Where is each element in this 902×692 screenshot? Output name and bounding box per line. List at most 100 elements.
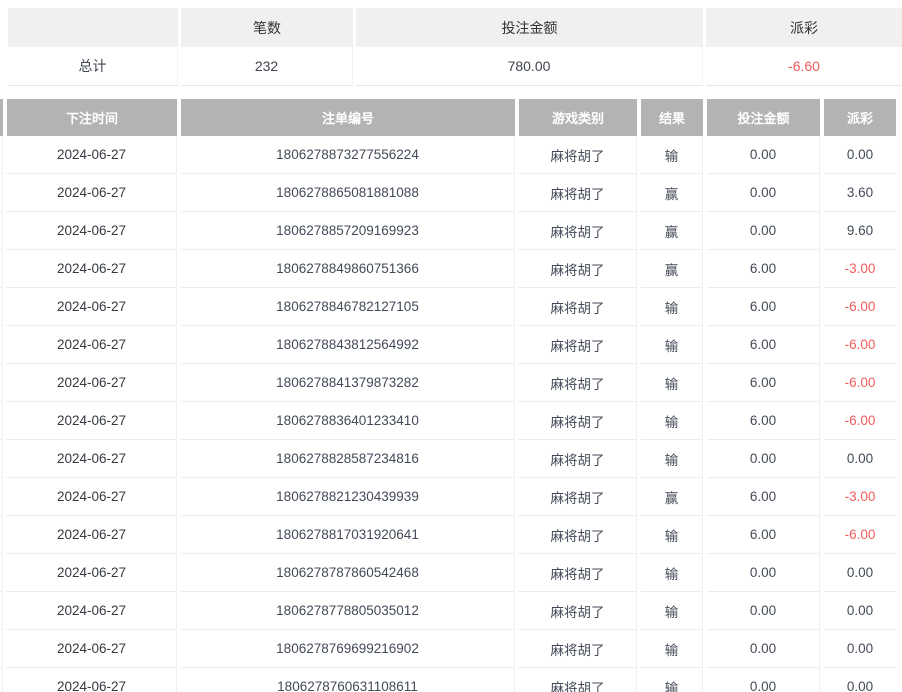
table-row: 2024-06-27 1806278857209169923 麻将胡了 赢 0.…: [0, 212, 896, 250]
summary-total-payout: -6.60: [706, 47, 902, 86]
cell-bet-time: 2024-06-27: [7, 668, 177, 692]
table-row: 2024-06-27 1806278769699216902 麻将胡了 输 0.…: [0, 630, 896, 668]
header-bet-time: 下注时间: [7, 99, 177, 136]
cell-result: 输: [641, 288, 703, 326]
cell-payout: 0.00: [824, 440, 896, 478]
cell-payout: 0.00: [824, 554, 896, 592]
cell-bet-amount: 0.00: [707, 554, 820, 592]
cell-bet-id: 1806278817031920641: [181, 516, 515, 554]
header-game-type: 游戏类别: [519, 99, 637, 136]
cell-payout: -3.00: [824, 478, 896, 516]
table-row: 2024-06-27 1806278787860542468 麻将胡了 输 0.…: [0, 554, 896, 592]
cell-game-type: 麻将胡了: [519, 440, 637, 478]
cell-game-type: 麻将胡了: [519, 630, 637, 668]
cell-result: 输: [641, 554, 703, 592]
row-edge-sliver: [0, 630, 3, 668]
cell-bet-time: 2024-06-27: [7, 516, 177, 554]
cell-game-type: 麻将胡了: [519, 250, 637, 288]
cell-bet-id: 1806278865081881088: [181, 174, 515, 212]
table-row: 2024-06-27 1806278846782127105 麻将胡了 输 6.…: [0, 288, 896, 326]
cell-bet-time: 2024-06-27: [7, 554, 177, 592]
cell-payout: -6.00: [824, 516, 896, 554]
row-edge-sliver: [0, 592, 3, 630]
cell-result: 赢: [641, 478, 703, 516]
cell-bet-time: 2024-06-27: [7, 326, 177, 364]
cell-game-type: 麻将胡了: [519, 554, 637, 592]
cell-bet-amount: 0.00: [707, 592, 820, 630]
cell-result: 赢: [641, 212, 703, 250]
row-edge-sliver: [0, 364, 3, 402]
header-bet-id: 注单编号: [181, 99, 515, 136]
cell-payout: -6.00: [824, 364, 896, 402]
row-edge-sliver: [0, 326, 3, 364]
summary-header-empty: [8, 8, 178, 47]
cell-bet-time: 2024-06-27: [7, 630, 177, 668]
cell-game-type: 麻将胡了: [519, 326, 637, 364]
cell-game-type: 麻将胡了: [519, 136, 637, 174]
cell-result: 输: [641, 516, 703, 554]
row-edge-sliver: [0, 288, 3, 326]
cell-game-type: 麻将胡了: [519, 402, 637, 440]
cell-bet-amount: 0.00: [707, 668, 820, 692]
header-edge-sliver: [0, 99, 3, 136]
cell-game-type: 麻将胡了: [519, 174, 637, 212]
summary-header-bet-amount: 投注金额: [356, 8, 703, 47]
cell-bet-time: 2024-06-27: [7, 364, 177, 402]
cell-bet-time: 2024-06-27: [7, 440, 177, 478]
header-result: 结果: [641, 99, 703, 136]
cell-game-type: 麻将胡了: [519, 516, 637, 554]
cell-bet-time: 2024-06-27: [7, 136, 177, 174]
header-bet-amount: 投注金额: [707, 99, 820, 136]
cell-bet-amount: 6.00: [707, 516, 820, 554]
cell-payout: -3.00: [824, 250, 896, 288]
cell-bet-amount: 6.00: [707, 402, 820, 440]
cell-result: 输: [641, 630, 703, 668]
cell-result: 输: [641, 326, 703, 364]
cell-bet-time: 2024-06-27: [7, 174, 177, 212]
cell-result: 输: [641, 592, 703, 630]
cell-bet-id: 1806278841379873282: [181, 364, 515, 402]
cell-bet-id: 1806278843812564992: [181, 326, 515, 364]
cell-game-type: 麻将胡了: [519, 288, 637, 326]
cell-bet-amount: 6.00: [707, 250, 820, 288]
table-row: 2024-06-27 1806278849860751366 麻将胡了 赢 6.…: [0, 250, 896, 288]
summary-header-row: 笔数 投注金额 派彩: [8, 8, 902, 47]
summary-total-bet-amount: 780.00: [356, 47, 703, 86]
cell-bet-id: 1806278787860542468: [181, 554, 515, 592]
cell-payout: 0.00: [824, 668, 896, 692]
summary-header-count: 笔数: [181, 8, 353, 47]
table-row: 2024-06-27 1806278873277556224 麻将胡了 输 0.…: [0, 136, 896, 174]
table-row: 2024-06-27 1806278841379873282 麻将胡了 输 6.…: [0, 364, 896, 402]
cell-bet-id: 1806278760631108611: [181, 668, 515, 692]
cell-bet-amount: 0.00: [707, 212, 820, 250]
cell-bet-time: 2024-06-27: [7, 478, 177, 516]
cell-bet-id: 1806278846782127105: [181, 288, 515, 326]
table-row: 2024-06-27 1806278817031920641 麻将胡了 输 6.…: [0, 516, 896, 554]
table-row: 2024-06-27 1806278843812564992 麻将胡了 输 6.…: [0, 326, 896, 364]
cell-payout: 0.00: [824, 630, 896, 668]
cell-payout: 0.00: [824, 592, 896, 630]
row-edge-sliver: [0, 212, 3, 250]
cell-bet-id: 1806278821230439939: [181, 478, 515, 516]
cell-bet-amount: 6.00: [707, 478, 820, 516]
cell-bet-id: 1806278849860751366: [181, 250, 515, 288]
cell-result: 输: [641, 136, 703, 174]
cell-bet-amount: 0.00: [707, 440, 820, 478]
table-row: 2024-06-27 1806278828587234816 麻将胡了 输 0.…: [0, 440, 896, 478]
cell-bet-time: 2024-06-27: [7, 592, 177, 630]
summary-total-label: 总计: [8, 47, 178, 86]
table-row: 2024-06-27 1806278821230439939 麻将胡了 赢 6.…: [0, 478, 896, 516]
cell-bet-amount: 0.00: [707, 174, 820, 212]
cell-payout: -6.00: [824, 402, 896, 440]
bet-record-page: 笔数 投注金额 派彩 总计 232 780.00 -6.60 下注时间 注单编号…: [0, 0, 902, 692]
summary-table: 笔数 投注金额 派彩 总计 232 780.00 -6.60: [8, 8, 902, 86]
cell-result: 输: [641, 668, 703, 692]
cell-bet-time: 2024-06-27: [7, 288, 177, 326]
cell-result: 赢: [641, 174, 703, 212]
cell-payout: -6.00: [824, 326, 896, 364]
cell-result: 输: [641, 440, 703, 478]
cell-bet-id: 1806278857209169923: [181, 212, 515, 250]
row-edge-sliver: [0, 136, 3, 174]
summary-total-row: 总计 232 780.00 -6.60: [8, 47, 902, 86]
table-row: 2024-06-27 1806278778805035012 麻将胡了 输 0.…: [0, 592, 896, 630]
